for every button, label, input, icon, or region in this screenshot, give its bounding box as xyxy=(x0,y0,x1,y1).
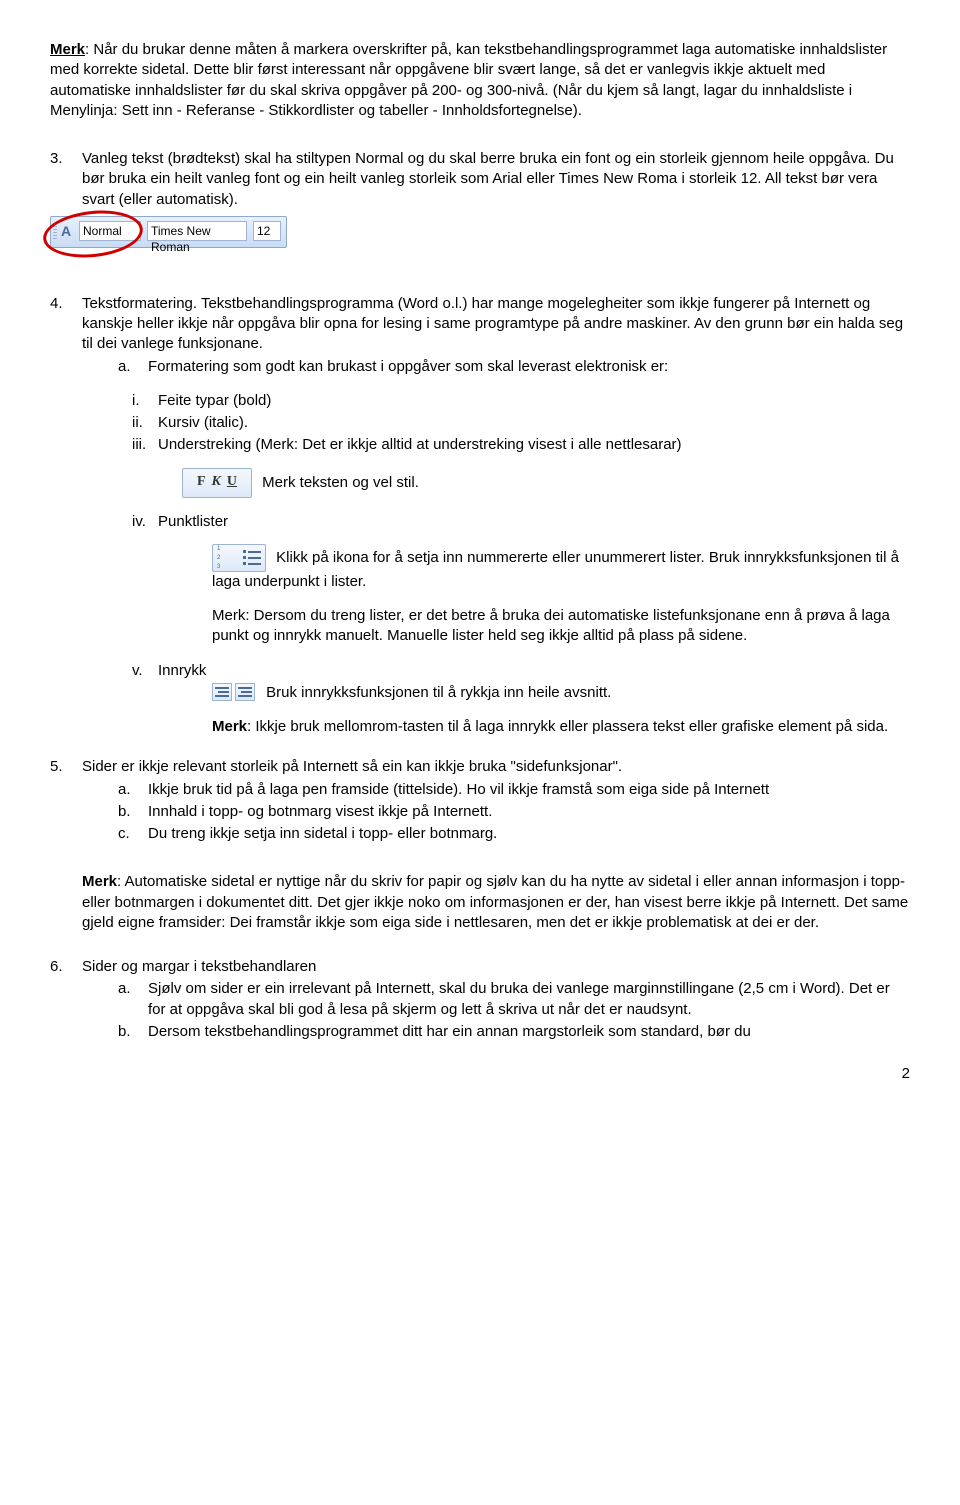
fku-toolbar-icon: F K U xyxy=(182,468,252,498)
item4-ii: ii. Kursiv (italic). xyxy=(132,413,910,433)
list-toolbar-icon: 1 2 3 xyxy=(212,544,266,572)
indent-toolbar-row: Bruk innrykksfunksjonen til å rykkja inn… xyxy=(212,683,910,703)
item3-text: Vanleg tekst (brødtekst) skal ha stiltyp… xyxy=(82,149,910,210)
fku-caption: Merk teksten og vel stil. xyxy=(258,473,419,490)
item4-i: i. Feite typar (bold) xyxy=(132,391,910,411)
intro-note: Merk: Når du brukar denne måten å marker… xyxy=(50,40,910,121)
item5-text: Sider er ikkje relevant storleik på Inte… xyxy=(82,758,622,775)
item6-a: a. Sjølv om sider er ein irrelevant på I… xyxy=(118,979,910,1020)
intro-text: : Når du brukar denne måten å markera ov… xyxy=(50,41,887,119)
item6-b: b. Dersom tekstbehandlingsprogrammet dit… xyxy=(118,1022,910,1042)
list-caption: Klikk på ikona for å setja inn nummerert… xyxy=(212,549,899,590)
outdent-icon xyxy=(212,683,232,701)
indent-note: Merk: Ikkje bruk mellomrom-tasten til å … xyxy=(212,717,910,737)
style-toolbar-image: A Normal Times New Roman 12 xyxy=(50,216,287,248)
list-item-4: 4. Tekstformatering. Tekstbehandlingspro… xyxy=(50,294,910,752)
numbered-list-icon: 1 2 3 xyxy=(215,547,237,569)
note-5: Merk: Automatiske sidetal er nyttige når… xyxy=(82,872,910,933)
bullet-list-icon xyxy=(241,547,263,569)
indent-caption: Bruk innrykksfunksjonen til å rykkja inn… xyxy=(262,684,611,701)
page-number: 2 xyxy=(50,1064,910,1084)
size-box: 12 xyxy=(253,221,281,241)
list-item-3: 3. Vanleg tekst (brødtekst) skal ha stil… xyxy=(50,149,910,210)
merk-label: Merk xyxy=(82,873,117,890)
item6-text: Sider og margar i tekstbehandlaren xyxy=(82,958,316,975)
item5-c: c. Du treng ikkje setja inn sidetal i to… xyxy=(118,824,910,844)
item5-b: b. Innhald i topp- og botnmarg visest ik… xyxy=(118,802,910,822)
item4-a: a. Formatering som godt kan brukast i op… xyxy=(118,357,910,377)
marker-6: 6. xyxy=(50,957,82,1044)
font-box: Times New Roman xyxy=(147,221,247,241)
list-note: Merk: Dersom du treng lister, er det bet… xyxy=(212,606,910,647)
list-item-6: 6. Sider og margar i tekstbehandlaren a.… xyxy=(50,957,910,1044)
item4-v: v. Innrykk xyxy=(132,661,910,681)
merk-label: Merk xyxy=(50,41,85,58)
indent-icon xyxy=(235,683,255,701)
marker-4: 4. xyxy=(50,294,82,752)
item4-text: Tekstformatering. Tekstbehandlingsprogra… xyxy=(82,295,903,353)
marker-3: 3. xyxy=(50,149,82,210)
item4-iv: iv. Punktlister xyxy=(132,512,910,532)
marker-5: 5. xyxy=(50,757,82,846)
style-box: Normal xyxy=(79,221,141,241)
list-item-5: 5. Sider er ikkje relevant storleik på I… xyxy=(50,757,910,846)
list-toolbar-row: 1 2 3 Klikk på ikona for å setja inn num… xyxy=(212,544,910,592)
item5-a: a. Ikkje bruk tid på å laga pen framside… xyxy=(118,780,910,800)
bold-italic-underline-row: F K U Merk teksten og vel stil. xyxy=(182,468,910,498)
indent-toolbar-icon xyxy=(212,683,256,703)
item4-iii: iii. Understreking (Merk: Det er ikkje a… xyxy=(132,435,910,455)
merk-label: Merk xyxy=(212,718,247,735)
